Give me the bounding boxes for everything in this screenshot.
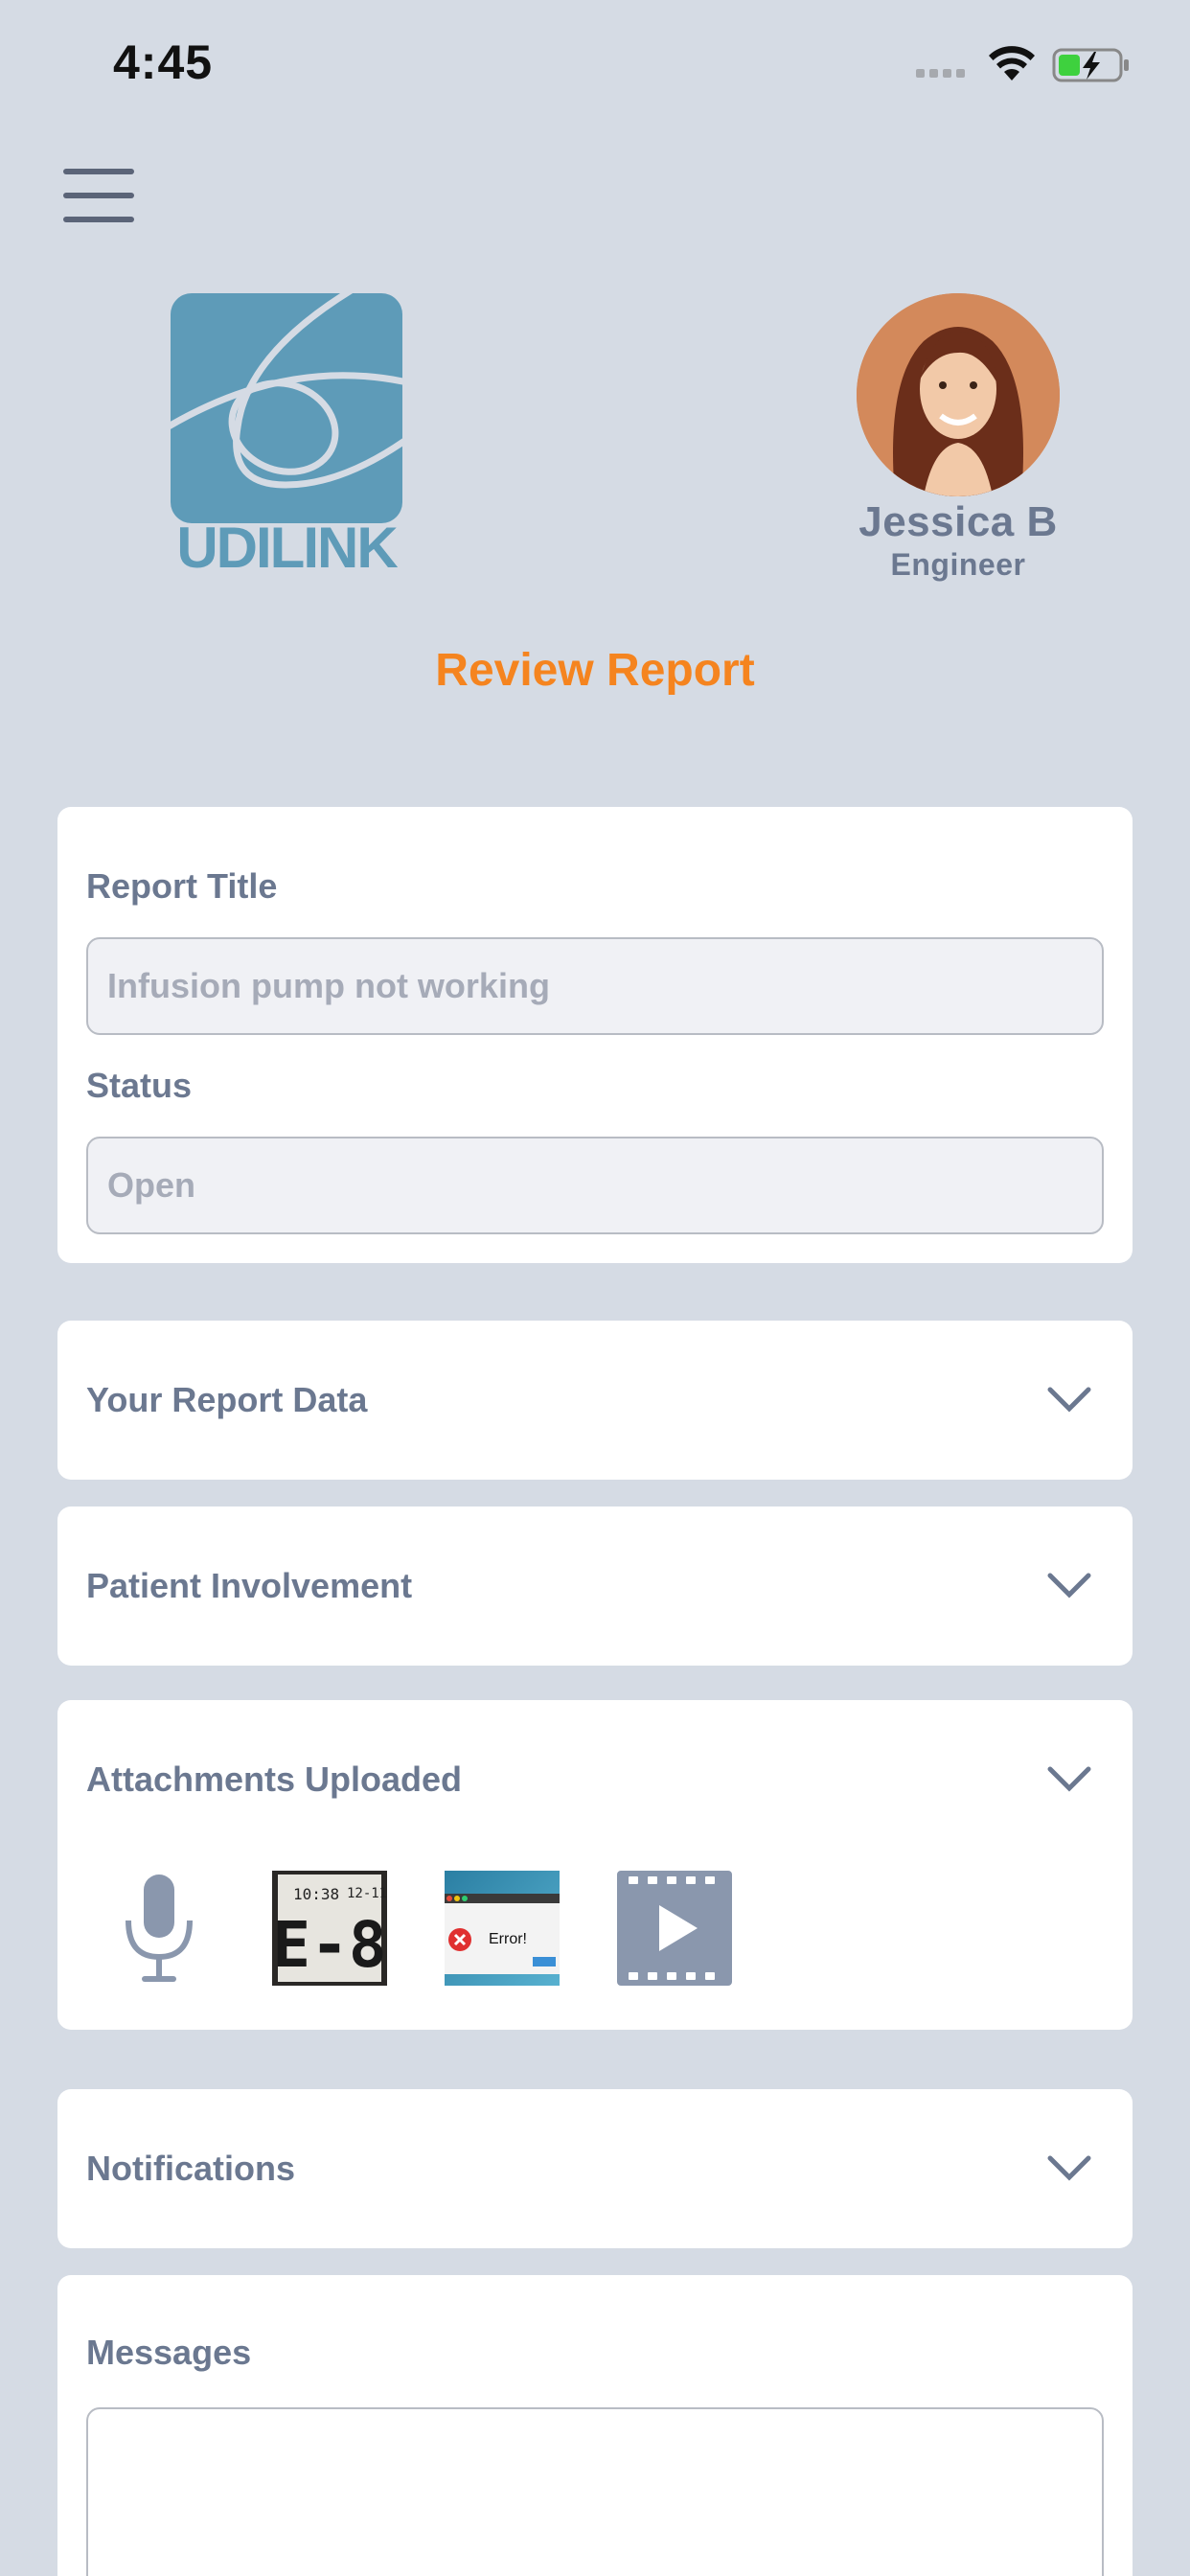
report-title-label: Report Title: [86, 866, 278, 906]
user-name: Jessica B: [858, 498, 1058, 545]
status-time: 4:45: [113, 35, 214, 89]
avatar[interactable]: [857, 293, 1060, 496]
section-title-messages: Messages: [86, 2333, 252, 2372]
svg-text:10:38: 10:38: [293, 1885, 339, 1903]
notifications-section[interactable]: Notifications: [57, 2089, 1133, 2248]
attachments-section: Attachments Uploaded 10:38 12-11 E-8 Err…: [57, 1700, 1133, 2030]
user-profile[interactable]: Jessica B Engineer: [824, 293, 1092, 581]
messages-section: Messages: [57, 2275, 1133, 2576]
status-field[interactable]: Open: [86, 1137, 1104, 1234]
user-role: Engineer: [890, 547, 1026, 582]
report-title-field[interactable]: Infusion pump not working: [86, 937, 1104, 1035]
your-report-data-section[interactable]: Your Report Data: [57, 1321, 1133, 1480]
section-title-notifications: Notifications: [86, 2149, 296, 2188]
svg-text:Error!: Error!: [489, 1931, 527, 1947]
hamburger-menu-icon[interactable]: [63, 169, 134, 222]
logo-text: UDILINK: [176, 516, 398, 571]
chevron-down-icon[interactable]: [1046, 2154, 1092, 2183]
svg-text:12-11: 12-11: [347, 1886, 387, 1901]
display-e8-thumbnail[interactable]: 10:38 12-11 E-8: [272, 1871, 387, 1986]
section-title-attachments: Attachments Uploaded: [86, 1760, 463, 1799]
report-summary-card: Report Title Infusion pump not working S…: [57, 807, 1133, 1263]
section-title-report-data: Your Report Data: [86, 1380, 368, 1419]
chevron-down-icon[interactable]: [1046, 1765, 1092, 1794]
battery-charging-icon: [1052, 48, 1129, 82]
video-play-icon[interactable]: [617, 1871, 732, 1986]
chevron-down-icon[interactable]: [1046, 1572, 1092, 1600]
patient-involvement-section[interactable]: Patient Involvement: [57, 1506, 1133, 1666]
udilink-logo: UDILINK: [171, 293, 402, 571]
chevron-down-icon[interactable]: [1046, 1386, 1092, 1414]
status-label: Status: [86, 1066, 193, 1105]
cellular-signal-icon: [916, 69, 965, 78]
wifi-icon: [989, 46, 1035, 80]
error-screenshot-thumbnail[interactable]: Error!: [445, 1871, 560, 1986]
page-title: Review Report: [435, 645, 755, 696]
section-title-patient: Patient Involvement: [86, 1566, 413, 1605]
microphone-icon[interactable]: [102, 1871, 217, 1986]
messages-textarea[interactable]: [86, 2407, 1104, 2576]
status-value: Open: [107, 1165, 196, 1205]
report-title-value: Infusion pump not working: [107, 966, 550, 1005]
status-bar: 4:45: [0, 0, 1190, 125]
svg-text:E-8: E-8: [272, 1908, 386, 1982]
